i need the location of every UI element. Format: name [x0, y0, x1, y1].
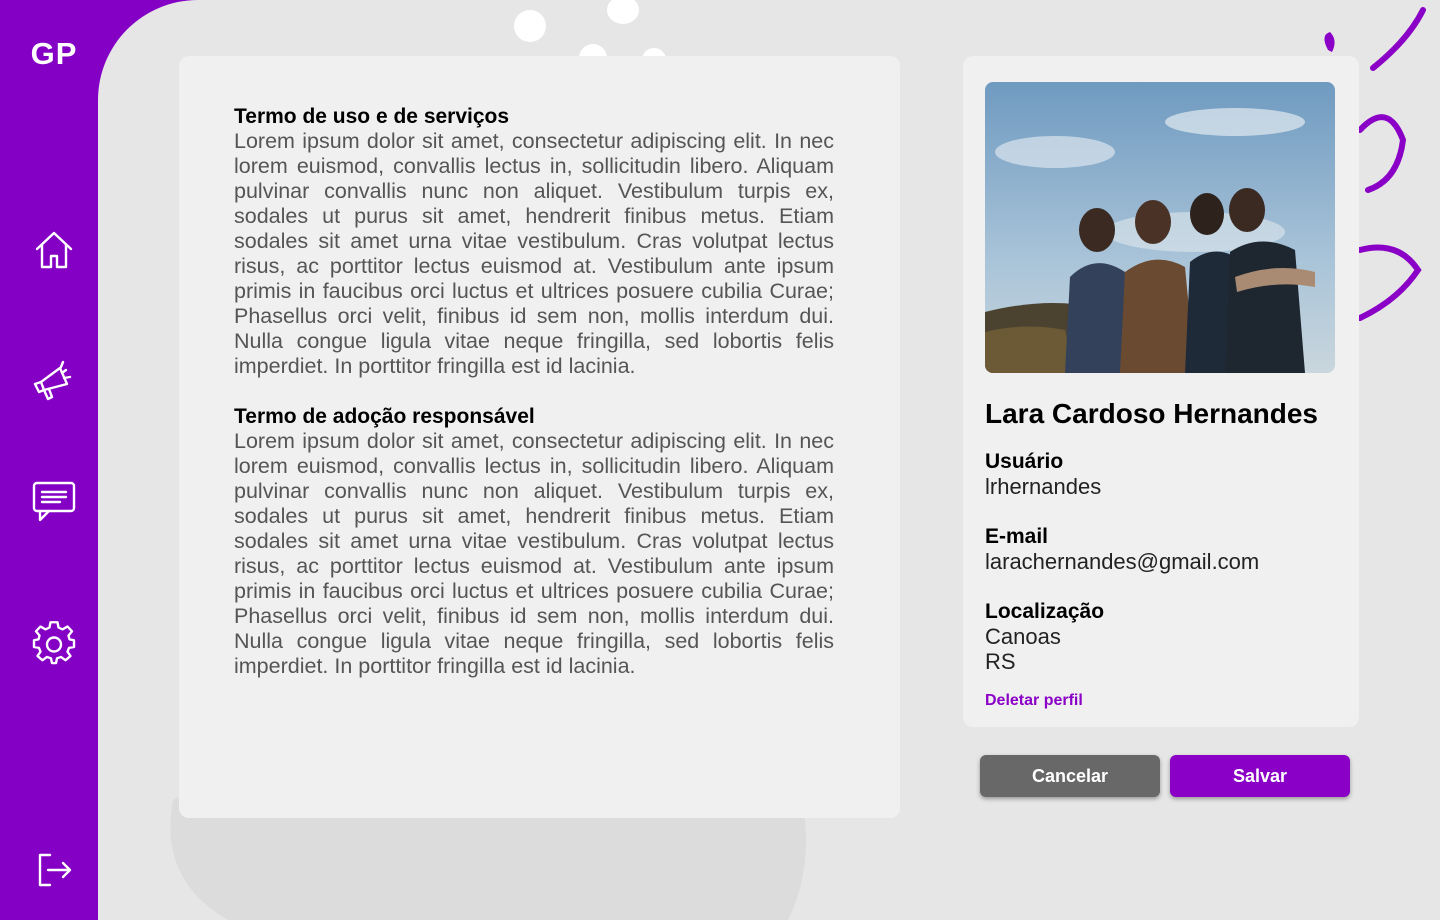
nav-logout[interactable]	[22, 838, 86, 902]
email-label: E-mail	[985, 525, 1049, 548]
main-surface: Termo de uso e de serviços Lorem ipsum d…	[98, 0, 1440, 920]
cancel-button[interactable]: Cancelar	[980, 755, 1160, 797]
sidebar: GP	[0, 0, 98, 920]
nav-settings[interactable]	[22, 612, 86, 676]
location-state: RS	[985, 649, 1016, 674]
username-value: lrhernandes	[985, 474, 1102, 499]
profile-name: Lara Cardoso Hernandes	[985, 398, 1318, 429]
megaphone-icon	[33, 360, 72, 401]
nav-announcements[interactable]	[22, 348, 86, 412]
term-title: Termo de adoção responsável	[234, 405, 535, 428]
term-body: Lorem ipsum dolor sit amet, consectetur …	[234, 129, 834, 378]
profile-photo	[985, 82, 1335, 373]
profile-card: Lara Cardoso Hernandes Usuário lrhernand…	[963, 56, 1359, 727]
delete-profile-link[interactable]: Deletar perfil	[985, 692, 1083, 710]
term-section-adoption: Termo de adoção responsável Lorem ipsum …	[234, 404, 834, 679]
username-label: Usuário	[985, 450, 1064, 473]
nav-home[interactable]	[22, 218, 86, 282]
save-button[interactable]: Salvar	[1170, 755, 1350, 797]
brand-logo: GP	[30, 36, 78, 71]
email-value: larachernandes@gmail.com	[985, 549, 1260, 574]
terms-card: Termo de uso e de serviços Lorem ipsum d…	[179, 56, 900, 818]
nav-messages[interactable]	[22, 468, 86, 532]
term-section-use: Termo de uso e de serviços Lorem ipsum d…	[234, 104, 834, 379]
location-city: Canoas	[985, 624, 1061, 649]
home-icon	[35, 231, 73, 269]
chat-icon	[32, 481, 76, 522]
logout-icon	[38, 853, 72, 887]
term-title: Termo de uso e de serviços	[234, 105, 510, 128]
location-label: Localização	[985, 600, 1105, 623]
gear-icon	[32, 621, 76, 665]
term-body: Lorem ipsum dolor sit amet, consectetur …	[234, 429, 834, 678]
